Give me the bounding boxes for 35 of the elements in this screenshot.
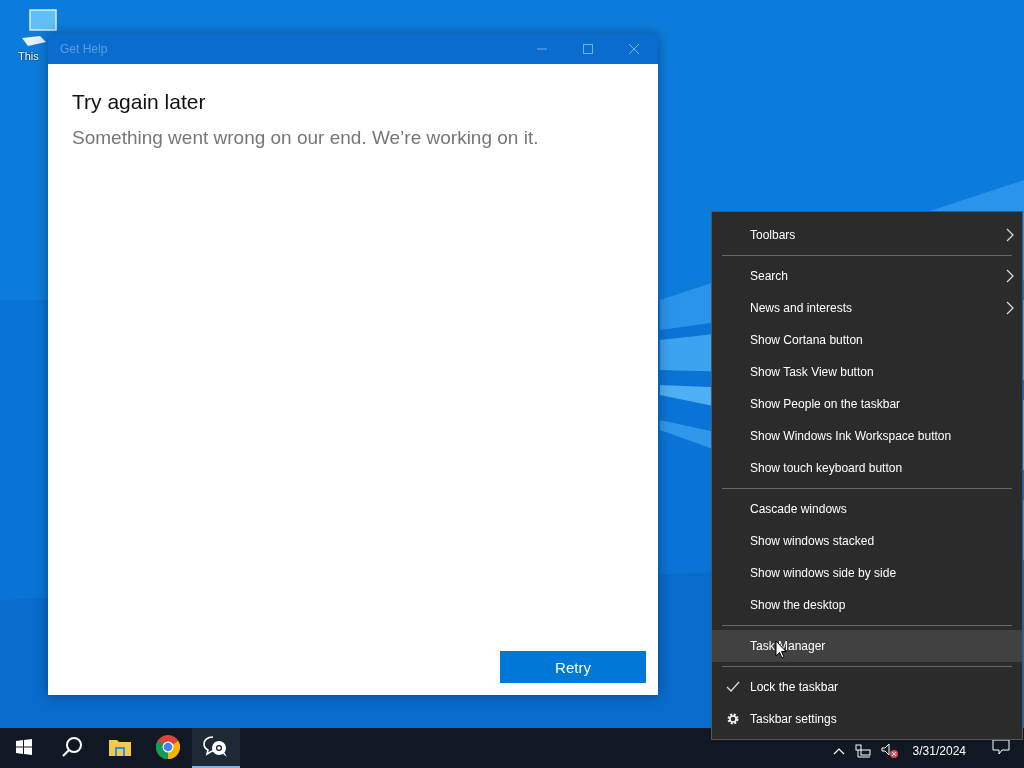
menu-item[interactable]: Show Cortana button <box>712 324 1022 356</box>
icon-label[interactable]: This <box>18 50 39 62</box>
chevron-right-icon <box>1006 228 1014 242</box>
menu-item[interactable]: Show Task View button <box>712 356 1022 388</box>
browser-icon <box>156 735 180 759</box>
help-chat-icon <box>203 735 229 759</box>
menu-item[interactable]: Taskbar settings <box>712 703 1022 735</box>
menu-item[interactable]: Show Windows Ink Workspace button <box>712 420 1022 452</box>
menu-item[interactable]: Show windows side by side <box>712 557 1022 589</box>
menu-item[interactable]: Show touch keyboard button <box>712 452 1022 484</box>
muted-speaker-icon[interactable] <box>880 743 899 759</box>
error-message: Something went wrong on our end. We’re working on it. <box>72 127 540 149</box>
heading: Try again later <box>72 90 207 114</box>
retry-button[interactable]: Retry <box>500 651 646 683</box>
network-icon[interactable] <box>854 744 871 758</box>
menu-item[interactable]: Toolbars <box>712 219 1022 251</box>
menu-item[interactable]: Cascade windows <box>712 493 1022 525</box>
notification-icon[interactable] <box>992 739 1010 755</box>
folder-icon <box>109 738 131 756</box>
menu-item[interactable]: Task Manager <box>712 630 1022 662</box>
search-icon <box>61 736 83 758</box>
chevron-right-icon <box>1006 269 1014 283</box>
date[interactable]: 3/31/2024 <box>912 744 966 758</box>
menu-item[interactable]: Search <box>712 260 1022 292</box>
chevron-up-icon[interactable] <box>832 747 845 755</box>
gear-icon <box>726 712 740 726</box>
menu-item[interactable]: News and interests <box>712 292 1022 324</box>
windows-icon <box>16 739 32 755</box>
menu-item[interactable]: Show windows stacked <box>712 525 1022 557</box>
window-title: Get Help <box>60 42 108 56</box>
taskbar-button[interactable] <box>192 728 240 768</box>
menu-item[interactable]: Show the desktop <box>712 589 1022 621</box>
menu-item[interactable]: Lock the taskbar <box>712 671 1022 703</box>
menu-item[interactable]: Show People on the taskbar <box>712 388 1022 420</box>
chevron-right-icon <box>1006 301 1014 315</box>
